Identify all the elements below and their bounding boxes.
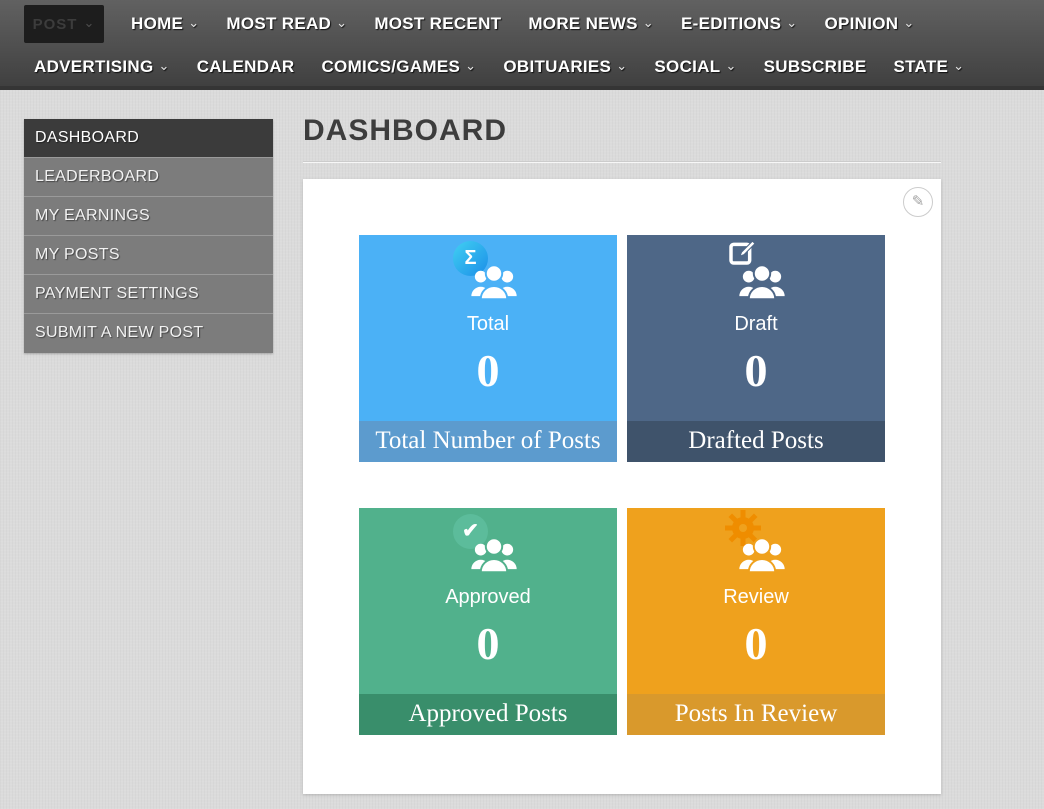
nav-row-primary: POST ⌄ HOME ⌄ MOST READ ⌄ MOST RECENT MO… [0,0,1044,48]
card-footer: Approved Posts [359,694,617,735]
approved-posts-icon: ✔ [455,518,521,574]
card-label: Approved [359,586,617,609]
card-count: 0 [627,348,885,394]
chevron-down-icon: ⌄ [616,59,627,72]
card-count: 0 [627,621,885,667]
card-label: Review [627,586,885,609]
sidebar-item-leaderboard[interactable]: LEADERBOARD [24,158,273,197]
page-title: DASHBOARD [303,114,941,148]
nav-item-label: STATE [893,57,948,77]
stat-card-total[interactable]: Σ Total 0 Total Number of Posts [359,235,617,462]
nav-item-most-read[interactable]: MOST READ ⌄ [226,14,347,34]
nav-item-label: COMICS/GAMES [321,57,460,77]
users-group-icon [469,260,519,301]
chevron-down-icon: ⌄ [643,16,654,29]
post-dropdown[interactable]: POST ⌄ [24,5,104,43]
users-group-icon [737,260,787,301]
nav-item-label: MORE NEWS [528,14,637,34]
dashboard-panel: ✎ Σ Total 0 Total Number of [303,179,941,794]
chevron-down-icon: ⌄ [953,59,964,72]
card-footer: Total Number of Posts [359,421,617,462]
sidebar-item-my-earnings[interactable]: MY EARNINGS [24,197,273,236]
chevron-down-icon: ⌄ [158,59,169,72]
nav-item-label: SOCIAL [654,57,720,77]
card-footer: Drafted Posts [627,421,885,462]
nav-item-label: MOST RECENT [374,14,501,34]
chevron-down-icon: ⌄ [786,16,797,29]
drafted-posts-icon [723,245,789,301]
nav-item-comics-games[interactable]: COMICS/GAMES ⌄ [321,57,476,77]
users-group-icon [737,533,787,574]
title-divider [303,161,941,163]
nav-item-advertising[interactable]: ADVERTISING ⌄ [34,57,170,77]
nav-item-home[interactable]: HOME ⌄ [131,14,199,34]
card-footer: Posts In Review [627,694,885,735]
nav-item-opinion[interactable]: OPINION ⌄ [824,14,914,34]
card-count: 0 [359,621,617,667]
nav-item-label: E-EDITIONS [681,14,781,34]
top-navigation-bar: POST ⌄ HOME ⌄ MOST READ ⌄ MOST RECENT MO… [0,0,1044,90]
nav-item-label: OBITUARIES [503,57,611,77]
chevron-down-icon: ⌄ [83,16,95,29]
stat-cards-grid: Σ Total 0 Total Number of Posts [359,235,885,735]
sidebar-item-my-posts[interactable]: MY POSTS [24,236,273,275]
sidebar-menu: DASHBOARD LEADERBOARD MY EARNINGS MY POS… [24,119,273,353]
nav-item-label: CALENDAR [197,57,295,77]
nav-item-label: ADVERTISING [34,57,153,77]
stat-card-draft[interactable]: Draft 0 Drafted Posts [627,235,885,462]
post-dropdown-label: POST [33,16,78,33]
edit-pencil-button[interactable]: ✎ [903,187,933,217]
nav-item-calendar[interactable]: CALENDAR [197,57,295,77]
nav-item-label: MOST READ [226,14,331,34]
nav-item-obituaries[interactable]: OBITUARIES ⌄ [503,57,627,77]
nav-item-e-editions[interactable]: E-EDITIONS ⌄ [681,14,798,34]
nav-item-state[interactable]: STATE ⌄ [893,57,964,77]
nav-item-social[interactable]: SOCIAL ⌄ [654,57,736,77]
nav-row-secondary: ADVERTISING ⌄ CALENDAR COMICS/GAMES ⌄ OB… [0,48,1044,86]
nav-item-more-news[interactable]: MORE NEWS ⌄ [528,14,654,34]
chevron-down-icon: ⌄ [336,16,347,29]
users-group-icon [469,533,519,574]
sidebar-item-dashboard[interactable]: DASHBOARD [24,119,273,158]
chevron-down-icon: ⌄ [188,16,199,29]
stat-card-review[interactable]: Review 0 Posts In Review [627,508,885,735]
posts-in-review-icon [723,518,789,574]
card-label: Total [359,313,617,336]
chevron-down-icon: ⌄ [903,16,914,29]
chevron-down-icon: ⌄ [465,59,476,72]
card-count: 0 [359,348,617,394]
stat-card-approved[interactable]: ✔ Approved 0 Approved Posts [359,508,617,735]
nav-item-label: OPINION [824,14,898,34]
sidebar-item-payment-settings[interactable]: PAYMENT SETTINGS [24,275,273,314]
total-posts-icon: Σ [455,245,521,301]
nav-item-label: SUBSCRIBE [764,57,867,77]
card-label: Draft [627,313,885,336]
sidebar-item-submit-new-post[interactable]: SUBMIT A NEW POST [24,314,273,353]
nav-item-subscribe[interactable]: SUBSCRIBE [764,57,867,77]
chevron-down-icon: ⌄ [725,59,736,72]
nav-item-label: HOME [131,14,183,34]
main-content: DASHBOARD ✎ Σ Total 0 [303,108,941,794]
nav-item-most-recent[interactable]: MOST RECENT [374,14,501,34]
